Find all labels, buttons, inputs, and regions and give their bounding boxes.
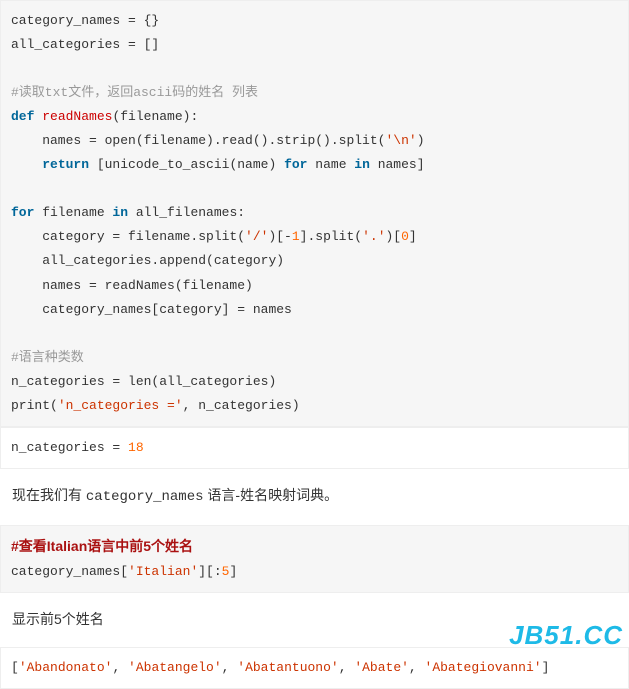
output-text: ] <box>542 660 550 675</box>
code-line: names = readNames(filename) <box>11 278 253 293</box>
output-text: n_categories = <box>11 440 128 455</box>
code-text: )[ <box>386 229 402 244</box>
string-literal: 'Abandonato' <box>19 660 113 675</box>
code-text: (filename): <box>112 109 198 124</box>
code-text: ] <box>229 564 237 579</box>
keyword-in: in <box>112 205 128 220</box>
output-text: , <box>112 660 128 675</box>
code-comment: #读取txt文件，返回ascii码的姓名 列表 <box>11 85 258 100</box>
code-text: ) <box>417 133 425 148</box>
code-text <box>11 157 42 172</box>
output-text: , <box>222 660 238 675</box>
code-text: names = open(filename).read().strip().sp… <box>11 133 385 148</box>
code-line: all_categories.append(category) <box>11 253 284 268</box>
code-text: name <box>307 157 354 172</box>
string-literal: '/' <box>245 229 268 244</box>
func-name: readNames <box>42 109 112 124</box>
string-literal: '.' <box>362 229 385 244</box>
keyword-def: def <box>11 109 42 124</box>
code-comment: #语言种类数 <box>11 350 84 365</box>
number-literal: 1 <box>292 229 300 244</box>
output-block-2: ['Abandonato', 'Abatangelo', 'Abatantuon… <box>0 647 629 689</box>
prose-text: 语言-姓名映射词典。 <box>204 487 339 503</box>
output-text: , <box>339 660 355 675</box>
number-literal: 0 <box>401 229 409 244</box>
prose-1: 现在我们有 category_names 语言-姓名映射词典。 <box>0 469 629 525</box>
code-text: )[- <box>268 229 291 244</box>
prose-text: 现在我们有 <box>12 487 86 503</box>
number-literal: 18 <box>128 440 144 455</box>
code-line: category_names[category] = names <box>11 302 292 317</box>
string-literal: 'Abategiovanni' <box>425 660 542 675</box>
output-block-1: n_categories = 18 <box>0 427 629 469</box>
string-literal: 'Abatantuono' <box>237 660 338 675</box>
code-text: category = filename.split( <box>11 229 245 244</box>
code-text: filename <box>34 205 112 220</box>
keyword-return: return <box>42 157 89 172</box>
code-text: , n_categories) <box>183 398 300 413</box>
output-text: , <box>409 660 425 675</box>
keyword-for: for <box>284 157 307 172</box>
page-wrap: category_names = {} all_categories = [] … <box>0 0 629 689</box>
string-literal: 'Abate' <box>354 660 409 675</box>
code-text: all_filenames: <box>128 205 245 220</box>
code-text: ] <box>409 229 417 244</box>
string-literal: 'Italian' <box>128 564 198 579</box>
code-text: print( <box>11 398 58 413</box>
inline-code: category_names <box>86 489 204 505</box>
string-literal: '\n' <box>385 133 416 148</box>
code-text: names] <box>370 157 425 172</box>
prose-2: 显示前5个姓名 <box>0 593 629 647</box>
code-line: category_names = {} <box>11 13 159 28</box>
output-text: [ <box>11 660 19 675</box>
code-text: category_names[ <box>11 564 128 579</box>
string-literal: 'Abatangelo' <box>128 660 222 675</box>
keyword-for: for <box>11 205 34 220</box>
code-text: ][: <box>198 564 221 579</box>
code-block-1: category_names = {} all_categories = [] … <box>0 0 629 427</box>
keyword-in: in <box>354 157 370 172</box>
code-text: [unicode_to_ascii(name) <box>89 157 284 172</box>
prose-text: 显示前5个姓名 <box>12 611 104 627</box>
heading-comment: #查看Italian语言中前5个姓名 <box>11 538 193 554</box>
code-line: all_categories = [] <box>11 37 159 52</box>
code-text: ].split( <box>300 229 362 244</box>
code-block-2: #查看Italian语言中前5个姓名 category_names['Itali… <box>0 525 629 593</box>
string-literal: 'n_categories =' <box>58 398 183 413</box>
code-line: n_categories = len(all_categories) <box>11 374 276 389</box>
